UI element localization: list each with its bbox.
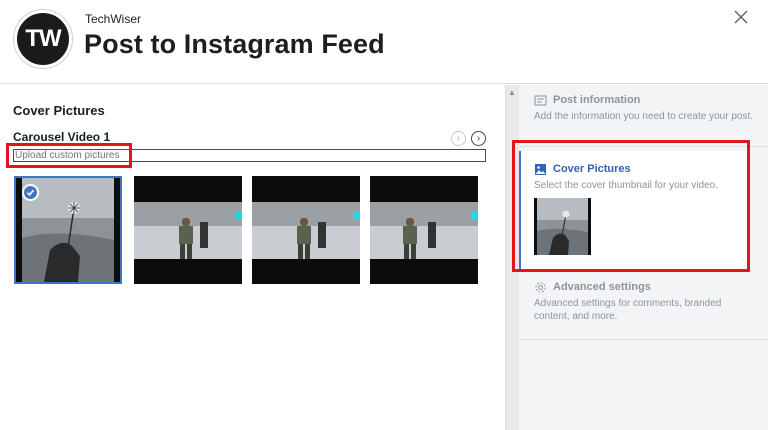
cover-thumbnail-3[interactable]: [252, 176, 360, 284]
active-step-indicator: [519, 151, 521, 270]
brand-logo: TW: [14, 10, 72, 68]
upload-custom-pictures-input[interactable]: [13, 149, 486, 162]
divider: [520, 146, 768, 147]
thumbnail-image: [252, 176, 360, 284]
cover-thumbnail-4[interactable]: [370, 176, 478, 284]
divider: [520, 339, 768, 340]
cover-preview-image: [534, 198, 591, 255]
scroll-up-icon[interactable]: ▲: [508, 88, 516, 97]
cover-thumbnail-1[interactable]: [14, 176, 122, 284]
brand-name: TechWiser: [85, 12, 142, 26]
step-title: Cover Pictures: [553, 163, 631, 175]
image-icon: [535, 164, 546, 175]
thumbnail-image: [134, 176, 242, 284]
cover-thumbnail-2[interactable]: [134, 176, 242, 284]
step-description: Add the information you need to create y…: [534, 111, 754, 122]
carousel-video-label: Carousel Video 1: [13, 130, 111, 144]
step-title: Advanced settings: [553, 281, 651, 293]
chevron-right-icon[interactable]: ›: [471, 131, 486, 146]
step-description: Advanced settings for comments, branded …: [534, 298, 722, 322]
dialog-header: TW TechWiser Post to Instagram Feed: [0, 0, 768, 84]
logo-text: TW: [25, 25, 61, 52]
close-icon[interactable]: [733, 9, 749, 25]
page-title: Post to Instagram Feed: [84, 29, 385, 59]
post-info-icon: [534, 95, 547, 106]
thumbnail-image: [370, 176, 478, 284]
gear-icon: [535, 282, 546, 293]
chevron-left-icon[interactable]: ‹: [451, 131, 466, 146]
step-description: Select the cover thumbnail for your vide…: [534, 180, 718, 191]
sidebar-scrollbar[interactable]: [505, 85, 519, 430]
step-title: Post information: [553, 94, 641, 106]
section-title: Cover Pictures: [13, 103, 105, 118]
selected-check-icon: [22, 184, 39, 201]
